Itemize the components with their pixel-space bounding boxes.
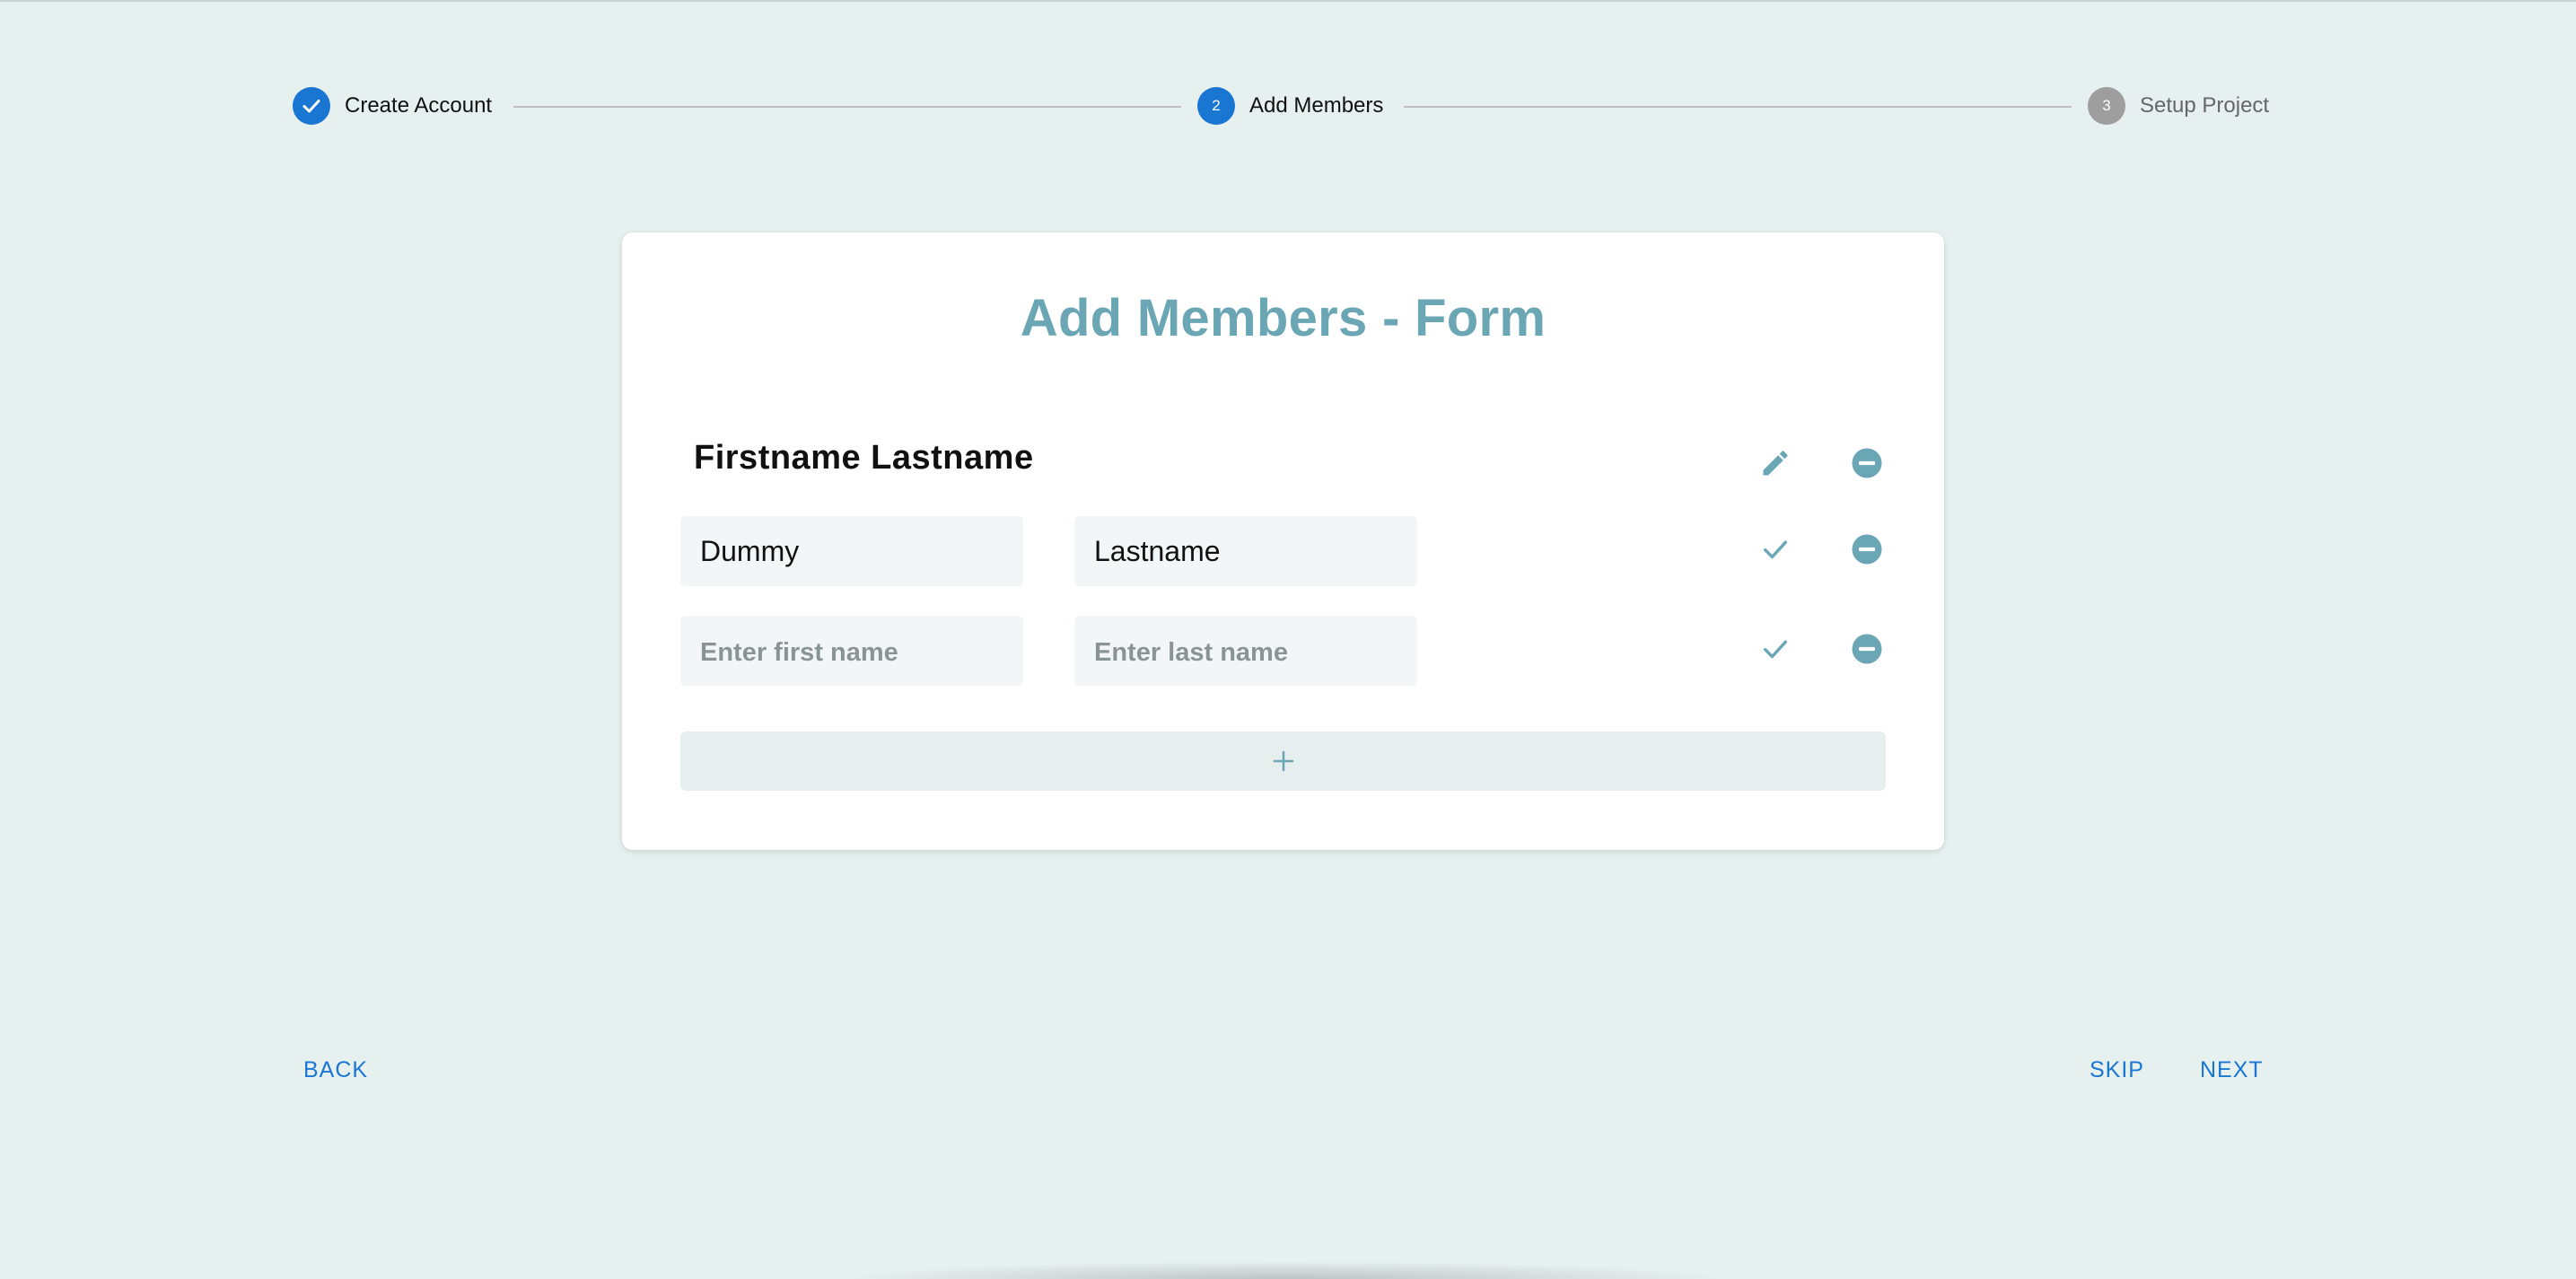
last-name-input[interactable] <box>1074 616 1417 686</box>
form-title: Add Members - Form <box>1020 289 1546 347</box>
stepper: Create Account 2 Add Members 3 Setup Pro… <box>293 86 2276 127</box>
check-icon <box>293 87 330 125</box>
remove-member-button[interactable] <box>1846 442 1888 484</box>
check-icon <box>1763 640 1788 659</box>
first-name-input[interactable] <box>680 516 1023 586</box>
step-label: Add Members <box>1249 93 1384 118</box>
confirm-member-button[interactable] <box>1755 628 1796 670</box>
minus-circle-icon <box>1852 448 1882 478</box>
remove-member-button[interactable] <box>1846 529 1888 570</box>
confirm-member-button[interactable] <box>1755 529 1796 570</box>
step-number: 2 <box>1197 87 1235 125</box>
page: Create Account 2 Add Members 3 Setup Pro… <box>0 0 2576 1279</box>
step-setup-project[interactable]: 3 Setup Project <box>2088 86 2269 126</box>
skip-button[interactable]: SKIP <box>2081 1052 2153 1089</box>
step-label: Setup Project <box>2140 93 2270 118</box>
pencil-icon <box>1763 451 1788 476</box>
minus-circle-icon <box>1852 634 1882 664</box>
plus-icon <box>1273 750 1293 772</box>
edit-member-button[interactable] <box>1755 442 1796 484</box>
back-button[interactable]: BACK <box>294 1052 377 1089</box>
remove-member-button[interactable] <box>1846 628 1888 670</box>
add-member-button[interactable] <box>680 731 1886 791</box>
check-icon <box>1763 540 1788 559</box>
step-connector <box>513 106 1181 108</box>
next-button[interactable]: NEXT <box>2191 1052 2273 1089</box>
step-add-members[interactable]: 2 Add Members <box>1197 86 1383 126</box>
step-connector <box>1404 106 2072 108</box>
step-create-account[interactable]: Create Account <box>293 86 492 126</box>
minus-circle-icon <box>1852 534 1882 565</box>
last-name-input[interactable] <box>1074 516 1417 586</box>
step-label: Create Account <box>345 93 493 118</box>
top-divider <box>0 0 2576 2</box>
member-name: Firstname Lastname <box>694 439 1034 477</box>
add-members-card: Add Members - Form Firstname Lastname <box>622 232 1944 850</box>
first-name-input[interactable] <box>680 616 1023 686</box>
step-number: 3 <box>2088 87 2125 125</box>
bottom-shadow <box>835 1261 1732 1279</box>
